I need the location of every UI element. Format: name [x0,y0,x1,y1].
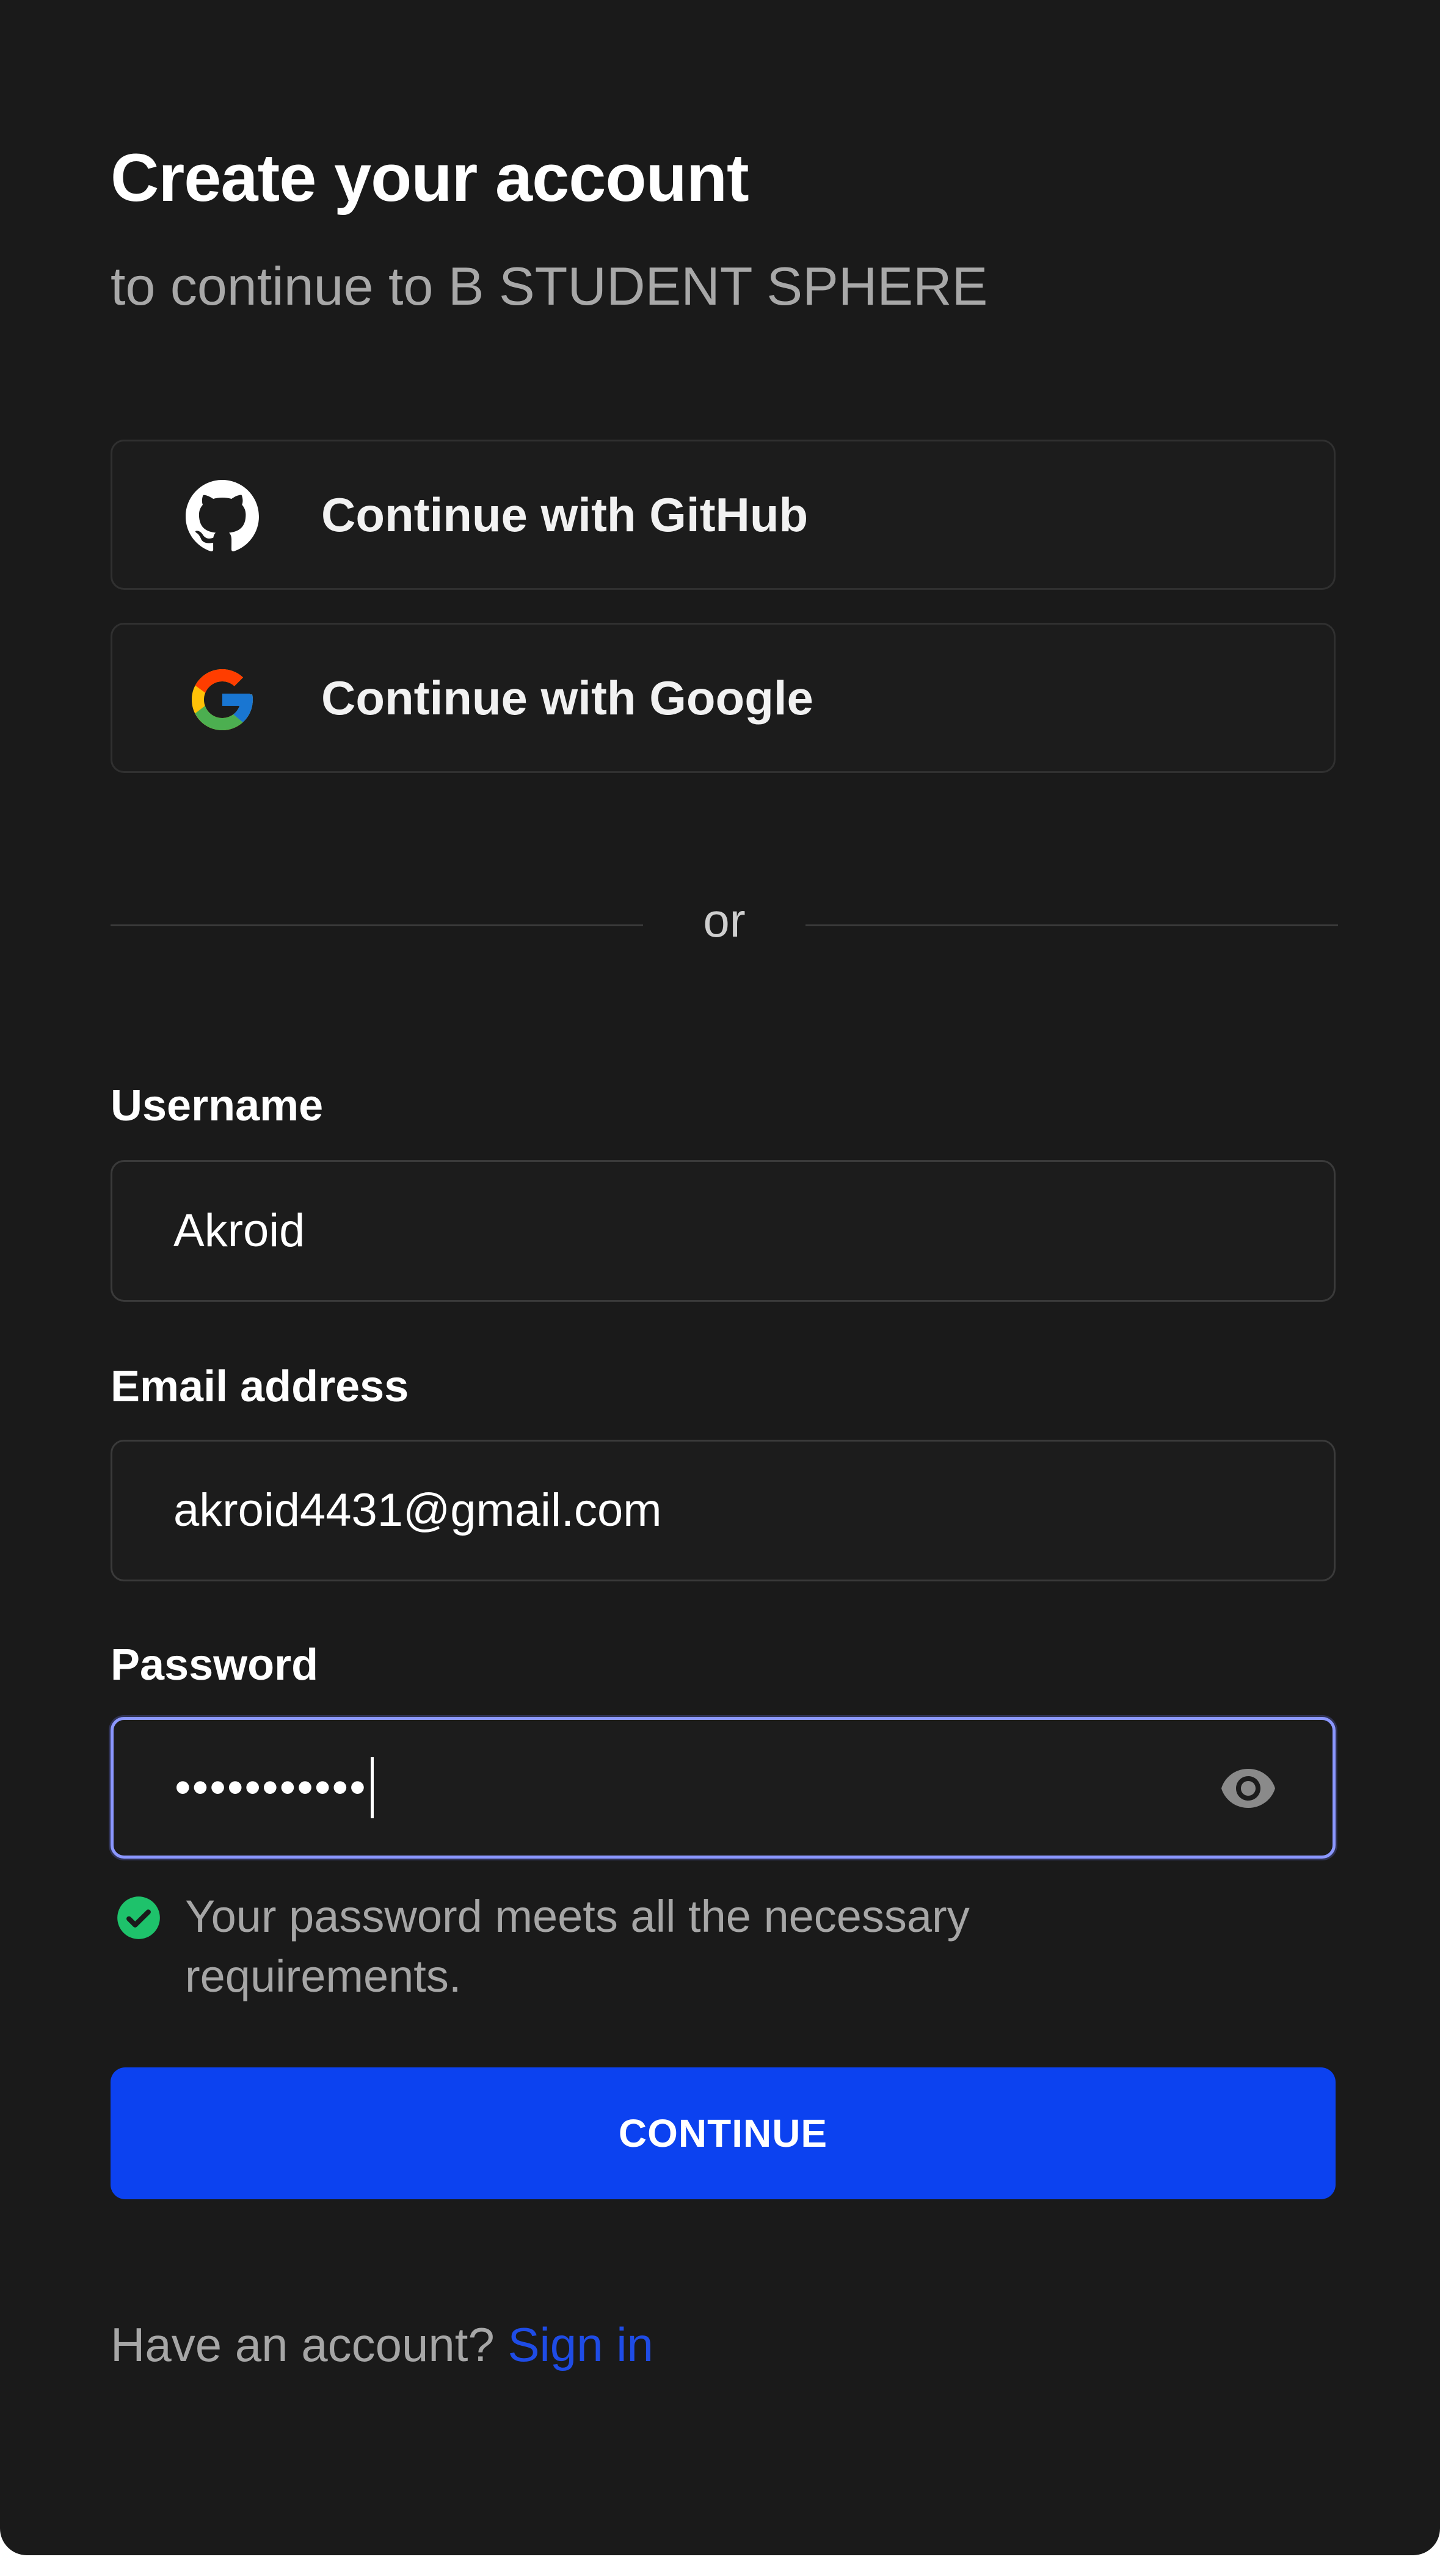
sign-in-prompt: Have an account? Sign in [111,2317,653,2373]
page-title: Create your account [111,140,749,216]
continue-with-github-button[interactable]: Continue with GitHub [111,440,1336,590]
continue-with-google-button[interactable]: Continue with Google [111,623,1336,773]
divider-line-right [805,924,1338,926]
sign-up-card: Create your account to continue to B STU… [0,0,1440,2555]
username-field[interactable]: Akroid [111,1160,1336,1302]
github-icon [186,480,259,552]
sign-in-link[interactable]: Sign in [507,2318,653,2371]
password-label: Password [111,1641,319,1689]
password-masked-value: ••••••••••• [175,1720,374,1856]
page-subtitle: to continue to B STUDENT SPHERE [111,256,988,316]
continue-button[interactable]: CONTINUE [111,2067,1336,2199]
username-value: Akroid [173,1205,305,1257]
continue-with-google-label: Continue with Google [321,671,813,725]
username-label: Username [111,1081,324,1130]
have-account-text: Have an account? [111,2318,495,2371]
check-circle-icon [117,1896,160,1939]
text-caret [370,1757,374,1818]
password-status-message: Your password meets all the necessary re… [185,1891,970,2001]
email-field[interactable]: akroid4431@gmail.com [111,1440,1336,1581]
divider-line-left [111,924,643,926]
eye-icon[interactable] [1219,1764,1278,1813]
google-icon [192,669,253,730]
page-bottom-edge [0,2558,1440,2576]
divider-or-text: or [703,893,746,947]
continue-with-github-label: Continue with GitHub [321,488,809,542]
email-label: Email address [111,1362,409,1411]
email-value: akroid4431@gmail.com [173,1484,662,1536]
password-field[interactable]: ••••••••••• [111,1717,1336,1859]
